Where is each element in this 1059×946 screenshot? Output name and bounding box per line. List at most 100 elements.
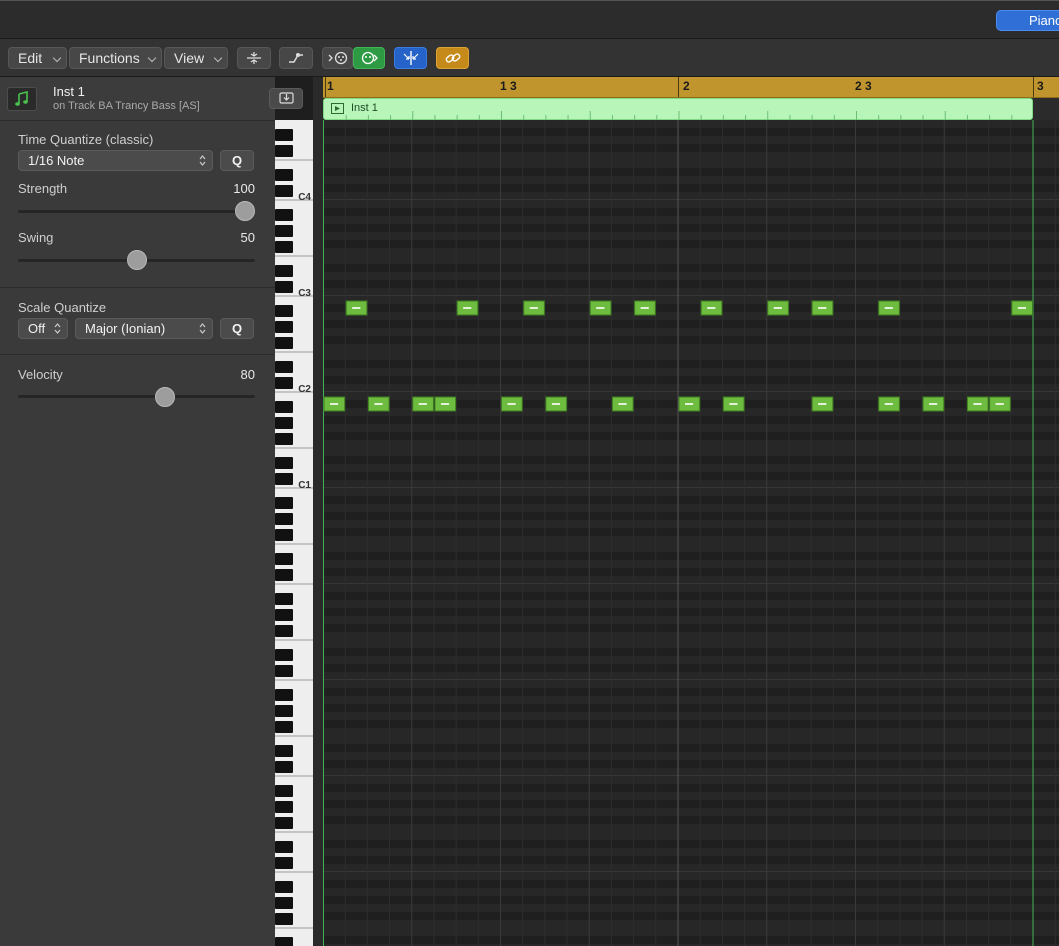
midi-in-button[interactable] <box>322 47 353 69</box>
black-key <box>275 433 293 445</box>
midi-note[interactable] <box>367 396 390 412</box>
midi-note[interactable] <box>878 300 900 316</box>
midi-region[interactable]: Inst 1 <box>323 98 1033 120</box>
midi-note[interactable] <box>589 300 612 316</box>
black-key <box>275 337 293 349</box>
pitch-row <box>323 816 1059 824</box>
section-divider <box>0 354 275 355</box>
piano-keys[interactable]: C4 C3 C2 C1 <box>275 120 313 946</box>
black-key <box>275 401 293 413</box>
midi-note[interactable] <box>811 300 834 316</box>
midi-note[interactable] <box>811 396 834 412</box>
midi-note[interactable] <box>722 396 745 412</box>
note-grid[interactable] <box>323 120 1059 946</box>
midi-note[interactable] <box>700 300 723 316</box>
midi-note[interactable] <box>501 396 523 412</box>
midi-note[interactable] <box>611 396 634 412</box>
pitch-row <box>323 616 1059 624</box>
swing-slider-knob[interactable] <box>126 250 147 270</box>
region-loop-icon <box>331 103 344 114</box>
pitch-row <box>323 824 1059 832</box>
pitch-row <box>323 880 1059 888</box>
export-region-button[interactable] <box>269 88 304 109</box>
midi-note[interactable] <box>767 300 789 316</box>
midi-note[interactable] <box>545 396 568 412</box>
chevron-down-icon <box>147 53 157 63</box>
pitch-row <box>323 456 1059 464</box>
piano-roll-grid[interactable] <box>323 120 1059 946</box>
pitch-row <box>323 344 1059 352</box>
midi-note[interactable] <box>678 396 701 412</box>
black-key <box>275 473 293 485</box>
functions-menu-button[interactable]: Functions <box>69 47 162 69</box>
midi-note[interactable] <box>523 300 545 316</box>
strength-slider-knob[interactable] <box>235 201 255 221</box>
pitch-row <box>323 384 1059 392</box>
midi-note[interactable] <box>345 300 368 316</box>
strength-value: 100 <box>233 181 255 196</box>
midi-note[interactable] <box>456 300 479 316</box>
piano-keyboard[interactable]: C4 C3 C2 C1 <box>275 120 313 946</box>
pitch-row <box>323 192 1059 200</box>
midi-note[interactable] <box>878 396 900 412</box>
scale-select[interactable]: Major (Ionian) <box>75 318 213 339</box>
black-key <box>275 321 293 333</box>
octave-label: C2 <box>298 384 311 395</box>
midi-note[interactable] <box>989 396 1011 412</box>
region-track-name: on Track BA Trancy Bass [AS] <box>53 100 200 112</box>
midi-note[interactable] <box>323 396 346 412</box>
midi-note[interactable] <box>412 396 434 412</box>
strength-slider-track[interactable] <box>18 210 255 213</box>
capture-icon <box>361 51 378 65</box>
snap-button[interactable] <box>394 47 427 69</box>
pitch-row <box>323 728 1059 736</box>
pitch-row <box>323 672 1059 680</box>
time-quantize-q-button[interactable]: Q <box>220 150 254 171</box>
pitch-row <box>323 832 1059 840</box>
view-menu-button[interactable]: View <box>164 47 228 69</box>
region-header: Inst 1 on Track BA Trancy Bass [AS] <box>0 77 275 121</box>
velocity-slider-track[interactable] <box>18 395 255 398</box>
pitch-row <box>323 840 1059 848</box>
midi-note[interactable] <box>922 396 945 412</box>
pitch-row <box>323 520 1059 528</box>
pitch-row <box>323 320 1059 328</box>
bar-ruler[interactable]: 1 1 3 2 2 3 3 <box>323 77 1059 98</box>
pitch-row <box>323 568 1059 576</box>
pitch-row <box>323 488 1059 496</box>
link-button[interactable] <box>436 47 469 69</box>
midi-note[interactable] <box>434 396 457 412</box>
black-key <box>275 377 293 389</box>
midi-note[interactable] <box>1011 300 1033 316</box>
pitch-row <box>323 424 1059 432</box>
velocity-value: 80 <box>240 367 255 382</box>
time-quantize-select[interactable]: 1/16 Note <box>18 150 213 171</box>
chevron-down-icon <box>52 53 62 63</box>
capture-button[interactable] <box>353 47 385 69</box>
time-quantize-value: 1/16 Note <box>28 153 85 168</box>
pitch-row <box>323 928 1059 936</box>
pitch-row <box>323 896 1059 904</box>
velocity-slider-knob[interactable] <box>154 387 175 407</box>
pitch-row <box>323 240 1059 248</box>
title-strip: Piano Roll <box>0 0 1059 39</box>
pitch-row <box>323 216 1059 224</box>
automation-button[interactable] <box>279 47 313 69</box>
collapse-button[interactable] <box>237 47 271 69</box>
region-icon <box>7 87 37 111</box>
black-key <box>275 593 293 605</box>
scale-quantize-off-select[interactable]: Off <box>18 318 68 339</box>
black-key <box>275 513 293 525</box>
tab-piano-roll[interactable]: Piano Roll <box>996 10 1059 31</box>
black-key <box>275 417 293 429</box>
pitch-row <box>323 776 1059 784</box>
pitch-row <box>323 888 1059 896</box>
pitch-row <box>323 504 1059 512</box>
pitch-row <box>323 784 1059 792</box>
edit-menu-button[interactable]: Edit <box>8 47 67 69</box>
midi-note[interactable] <box>966 396 989 412</box>
midi-note[interactable] <box>634 300 656 316</box>
pitch-row <box>323 264 1059 272</box>
black-key <box>275 497 293 509</box>
scale-quantize-q-button[interactable]: Q <box>220 318 254 339</box>
